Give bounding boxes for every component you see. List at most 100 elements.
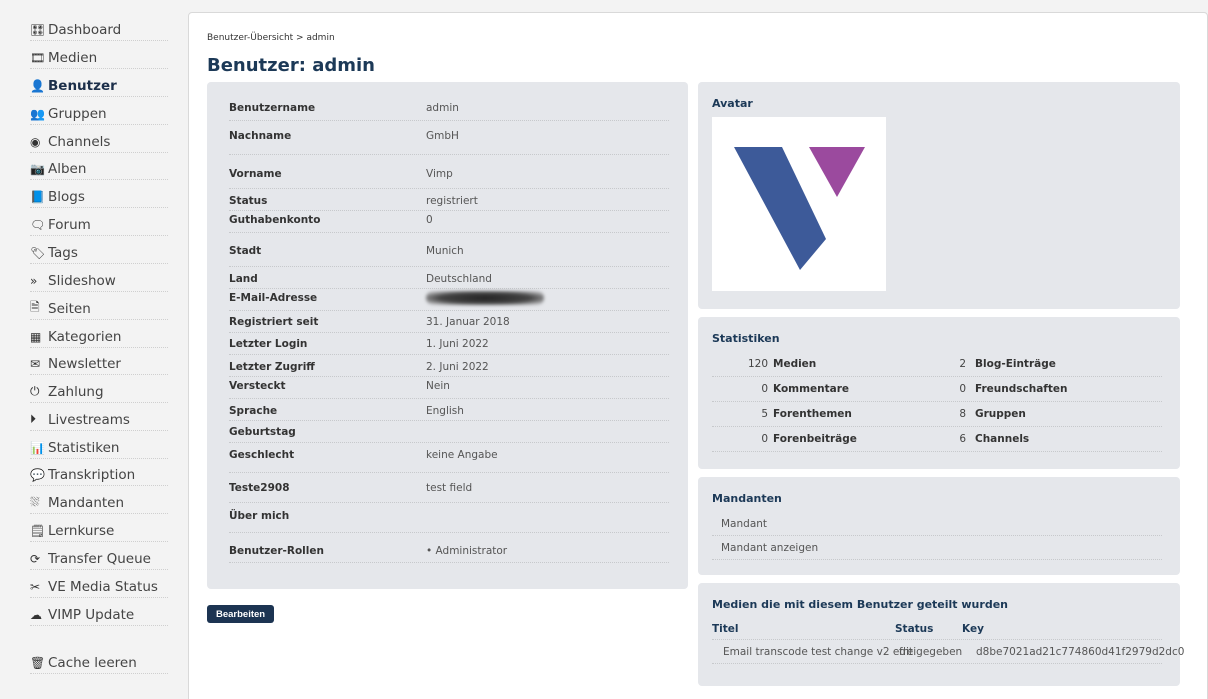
detail-value: GmbH <box>426 130 459 142</box>
detail-label: Letzter Login <box>229 338 308 350</box>
stat-count: 0 <box>761 433 768 445</box>
sidebar-item-label: Livestreams <box>48 411 130 428</box>
sidebar-item-label: Transkription <box>48 466 136 483</box>
detail-label: Land <box>229 273 258 285</box>
detail-row: E-Mail-Adresse webmaster@vimp.com <box>229 289 669 311</box>
detail-label: Stadt <box>229 245 262 257</box>
comments-icon: 🗨 <box>30 217 46 232</box>
detail-value: test field <box>426 482 473 494</box>
detail-row: Nachname GmbH <box>229 121 669 155</box>
detail-row: Guthabenkonto 0 <box>229 211 669 233</box>
stat-count: 0 <box>761 383 768 395</box>
edit-button[interactable]: Bearbeiten <box>207 605 275 623</box>
sidebar-item-18[interactable]: 🗒 Lernkurse <box>30 520 168 542</box>
detail-value: Nein <box>426 380 450 392</box>
detail-row: Geschlecht keine Angabe <box>229 443 669 473</box>
detail-row: Letzter Zugriff 2. Juni 2022 <box>229 355 669 377</box>
detail-row: Status registriert <box>229 189 669 211</box>
stat-label: Channels <box>975 433 1030 445</box>
sidebar-item-15[interactable]: 📊 Statistiken <box>30 437 168 459</box>
breadcrumb[interactable]: Benutzer-Übersicht > admin <box>207 33 335 43</box>
sidebar-item-21[interactable]: ☁ VIMP Update <box>30 604 168 626</box>
cache-clear-button[interactable]: 🗑 Cache leeren <box>30 652 168 674</box>
table-cell: Email transcode test change v2 edit <box>723 646 913 658</box>
tags-icon: 🏷 <box>30 245 46 260</box>
stat-label: Gruppen <box>975 408 1026 420</box>
trash-icon: 🗑 <box>30 655 46 670</box>
avatar-card: Avatar <box>698 82 1180 309</box>
sidebar-item-6[interactable]: 📘 Blogs <box>30 186 168 208</box>
angle-double-right-icon: » <box>30 273 38 288</box>
play-circle-icon: ⏵ <box>30 412 37 426</box>
film-icon: 🎞 <box>30 50 46 65</box>
sync-icon: ⟳ <box>30 551 41 566</box>
detail-row: Stadt Munich <box>229 233 669 267</box>
bar-chart-icon: 📊 <box>30 440 45 455</box>
avatar-title: Avatar <box>712 97 753 110</box>
stat-label: Medien <box>773 358 817 370</box>
detail-row: Letzter Login 1. Juni 2022 <box>229 333 669 355</box>
sidebar-item-8[interactable]: 🏷 Tags <box>30 242 168 264</box>
sidebar-item-19[interactable]: ⟳ Transfer Queue <box>30 548 168 570</box>
sidebar-item-label: Seiten <box>48 300 91 317</box>
stat-label: Freundschaften <box>975 383 1068 395</box>
sidebar-item-label: Kategorien <box>48 328 122 345</box>
sidebar-item-0[interactable]: 🎛 Dashboard <box>30 19 168 41</box>
sidebar-item-5[interactable]: 📷 Alben <box>30 158 168 180</box>
dot-circle-icon: ◉ <box>30 134 41 149</box>
sidebar-item-11[interactable]: ▦ Kategorien <box>30 326 168 348</box>
detail-value: Deutschland <box>426 273 492 285</box>
sidebar-item-16[interactable]: 💬 Transkription <box>30 464 168 486</box>
main-panel: Benutzer-Übersicht > admin Benutzer: adm… <box>188 12 1208 699</box>
detail-value: 31. Januar 2018 <box>426 316 510 328</box>
stat-count: 0 <box>959 383 966 395</box>
sidebar-item-label: Blogs <box>48 188 85 205</box>
detail-label: Benutzer-Rollen <box>229 545 324 557</box>
page-title: Benutzer: admin <box>207 55 375 76</box>
stat-count: 120 <box>747 358 768 370</box>
detail-label: Vorname <box>229 168 282 180</box>
detail-row: Sprache English <box>229 399 669 421</box>
sidebar-item-9[interactable]: » Slideshow <box>30 270 168 292</box>
detail-row: Land Deutschland <box>229 267 669 289</box>
detail-row: Versteckt Nein <box>229 377 669 399</box>
sidebar-item-label: Lernkurse <box>48 522 115 539</box>
column-header: Key <box>962 623 984 635</box>
sitemap-icon: ⛆ <box>30 495 40 509</box>
sidebar-item-10[interactable]: 🗎 Seiten <box>30 298 168 320</box>
detail-label: E-Mail-Adresse <box>229 292 318 304</box>
sidebar-item-label: Zahlung <box>48 383 104 400</box>
power-icon: ⏻ <box>30 384 40 398</box>
sidebar-item-4[interactable]: ◉ Channels <box>30 131 168 153</box>
sidebar-item-1[interactable]: 🎞 Medien <box>30 47 168 69</box>
sidebar-item-20[interactable]: ✂ VE Media Status <box>30 576 168 598</box>
mandant-link[interactable]: Mandant anzeigen <box>712 536 1162 560</box>
sidebar-item-17[interactable]: ⛆ Mandanten <box>30 492 168 514</box>
sidebar-item-12[interactable]: ✉ Newsletter <box>30 353 168 375</box>
sidebar-item-14[interactable]: ⏵ Livestreams <box>30 409 168 431</box>
table-row[interactable]: Email transcode test change v2 edit freig… <box>712 640 1184 664</box>
detail-row: Teste2908 test field <box>229 473 669 503</box>
detail-value: admin <box>426 102 459 114</box>
sidebar-item-7[interactable]: 🗨 Forum <box>30 214 168 236</box>
detail-value-redacted: webmaster@vimp.com <box>426 291 544 305</box>
detail-value: 2. Juni 2022 <box>426 361 489 373</box>
detail-row: Benutzername admin <box>229 96 669 121</box>
detail-value: Vimp <box>426 168 453 180</box>
detail-label: Benutzername <box>229 102 316 114</box>
sidebar-item-3[interactable]: 👥 Gruppen <box>30 103 168 125</box>
scissors-icon: ✂ <box>30 579 41 594</box>
detail-label: Versteckt <box>229 380 286 392</box>
detail-label: Sprache <box>229 405 278 417</box>
sidebar-item-13[interactable]: ⏻ Zahlung <box>30 381 168 403</box>
app-root: 🎛 Dashboard 🎞 Medien 👤 Benutzer 👥 Gruppen ◉ Chann… <box>0 0 1208 699</box>
column-header: Status <box>895 623 934 635</box>
stat-label: Forenbeiträge <box>773 433 857 445</box>
sidebar-item-2[interactable]: 👤 Benutzer <box>30 75 168 97</box>
detail-value: keine Angabe <box>426 449 498 461</box>
detail-label: Registriert seit <box>229 316 319 328</box>
detail-value: • Administrator <box>426 545 508 557</box>
shared-media-title: Medien die mit diesem Benutzer geteilt w… <box>712 598 1008 611</box>
shared-media-card: Medien die mit diesem Benutzer geteilt w… <box>698 583 1184 686</box>
email-redacted: webmaster@vimp.com <box>426 291 544 305</box>
